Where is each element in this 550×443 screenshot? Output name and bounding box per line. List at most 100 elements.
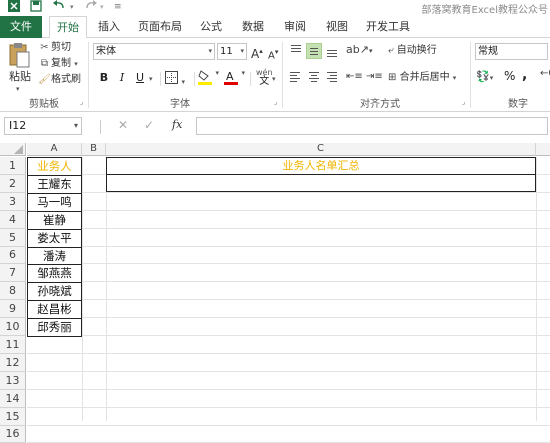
redo-dropdown-icon[interactable]: ▾ [100,0,104,14]
shrink-font-button[interactable]: A▾ [268,45,278,63]
cell-c1[interactable]: 业务人名单汇总 [106,157,536,175]
row-header[interactable]: 15 [0,408,26,426]
underline-button[interactable]: U [132,70,148,86]
number-format-value: 常规 [478,46,498,57]
percent-button[interactable]: % [504,69,515,83]
tab-file[interactable]: 文件 [0,16,42,38]
column-header-a[interactable]: A [27,143,82,156]
row-header[interactable]: 13 [0,372,26,390]
merge-center-button[interactable]: ⊞ 合并后居中 ▾ [388,71,456,85]
middle-align-button[interactable] [306,43,322,59]
tab-developer[interactable]: 开发工具 [360,16,416,38]
column-a-header-cell[interactable]: 业务人 [27,157,82,176]
increase-decimal-button[interactable]: ←0 [540,68,550,79]
row-header[interactable]: 16 [0,426,26,443]
tab-home[interactable]: 开始 [49,16,87,39]
top-align-button[interactable] [288,43,304,59]
row-header[interactable]: 12 [0,354,26,372]
cancel-icon[interactable]: ✕ [118,118,128,132]
number-format-select[interactable]: 常规 [475,43,548,60]
underline-dropdown-icon[interactable]: ▾ [149,75,153,83]
salesperson-cell[interactable]: 娄太平 [27,229,82,248]
cut-button[interactable]: ✂ 剪切 [38,41,71,55]
decrease-indent-button[interactable]: ⇤≡ [346,71,363,82]
formula-input[interactable] [196,117,548,135]
increase-indent-button[interactable]: ⇥≡ [366,71,383,82]
cell-c2[interactable] [106,174,536,192]
row-header[interactable]: 11 [0,336,26,354]
wrap-text-icon: ⤶ [388,45,394,56]
tab-data[interactable]: 数据 [236,16,270,38]
tab-page-layout[interactable]: 页面布局 [132,16,188,38]
copy-dropdown-icon[interactable]: ▾ [74,60,78,68]
align-right-button[interactable] [324,69,340,85]
column-header-d[interactable] [536,143,550,156]
phonetic-button[interactable]: wén 文 [256,68,273,87]
row-header[interactable]: 9 [0,300,26,318]
undo-icon[interactable] [52,0,66,14]
font-name-select[interactable]: 宋体 ▾ [93,43,215,60]
font-size-select[interactable]: 11 ▾ [217,43,247,60]
customize-toolbar-icon[interactable]: ≡ [114,0,122,14]
salesperson-cell[interactable]: 邹燕燕 [27,264,82,283]
grow-font-button[interactable]: A▴ [251,44,263,61]
tab-insert[interactable]: 插入 [92,16,126,38]
align-center-button[interactable] [306,69,322,85]
format-painter-button[interactable]: 🖌格式刷 [38,73,81,87]
select-all-corner[interactable] [0,143,26,156]
row-header[interactable]: 1 [0,157,26,175]
font-launcher-icon[interactable]: ⌟ [274,98,277,106]
wrap-text-button[interactable]: ⤶ 自动换行 [388,44,437,58]
salesperson-cell[interactable]: 崔静 [27,211,82,230]
redo-icon[interactable] [84,0,98,14]
tab-review[interactable]: 审阅 [278,16,312,38]
tab-view[interactable]: 视图 [320,16,354,38]
comma-button[interactable]: , [522,67,527,83]
fill-color-button[interactable]: ▾ [198,69,219,88]
column-header-b[interactable]: B [82,143,106,156]
alignment-launcher-icon[interactable]: ⌟ [462,98,465,106]
row-header[interactable]: 10 [0,318,26,336]
bottom-align-button[interactable] [324,43,340,59]
phonetic-dropdown-icon[interactable]: ▾ [272,75,276,83]
orientation-button[interactable]: ab↗▾ [346,43,372,56]
paste-dropdown-icon[interactable]: ▾ [16,82,20,96]
row-header[interactable]: 2 [0,175,26,193]
borders-button[interactable]: ▾ [165,71,185,87]
font-color-button[interactable]: A ▾ [224,69,245,88]
row-header[interactable]: 5 [0,229,26,247]
borders-icon [165,71,182,87]
italic-button[interactable]: I [114,70,130,86]
save-icon[interactable] [30,0,42,14]
salesperson-cell[interactable]: 邱秀丽 [27,318,82,337]
name-box[interactable]: I12 ▾ [4,117,82,135]
separator [470,42,471,108]
row-header[interactable]: 4 [0,211,26,229]
salesperson-cell[interactable]: 王耀东 [27,175,82,194]
row-header[interactable]: 8 [0,282,26,300]
bold-button[interactable]: B [96,70,112,86]
copy-label: 复制 [51,58,71,69]
row-header[interactable]: 7 [0,264,26,282]
column-header-c[interactable]: C [106,143,536,156]
cut-label: 剪切 [51,42,71,53]
insert-function-icon[interactable]: fx [172,118,182,131]
copy-button[interactable]: ⧉ 复制 ▾ [38,57,78,71]
accounting-format-button[interactable]: 💱▾ [476,70,493,83]
separator [250,72,251,86]
tab-formulas[interactable]: 公式 [194,16,228,38]
salesperson-cell[interactable]: 潘涛 [27,247,82,265]
borders-dropdown-icon: ▾ [181,78,186,86]
paintbrush-icon: 🖌 [38,74,51,85]
row-header[interactable]: 6 [0,247,26,264]
salesperson-cell[interactable]: 赵昌彬 [27,300,82,319]
row-header[interactable]: 14 [0,390,26,408]
row-header[interactable]: 3 [0,193,26,211]
salesperson-cell[interactable]: 马一鸣 [27,193,82,212]
salesperson-cell[interactable]: 孙晓斌 [27,282,82,301]
align-left-button[interactable] [288,69,304,85]
paste-button[interactable]: 粘贴 ▾ [6,42,32,93]
undo-dropdown-icon[interactable]: ▾ [70,0,74,14]
enter-icon[interactable]: ✓ [144,118,154,132]
clipboard-launcher-icon[interactable]: ⌟ [80,98,83,106]
